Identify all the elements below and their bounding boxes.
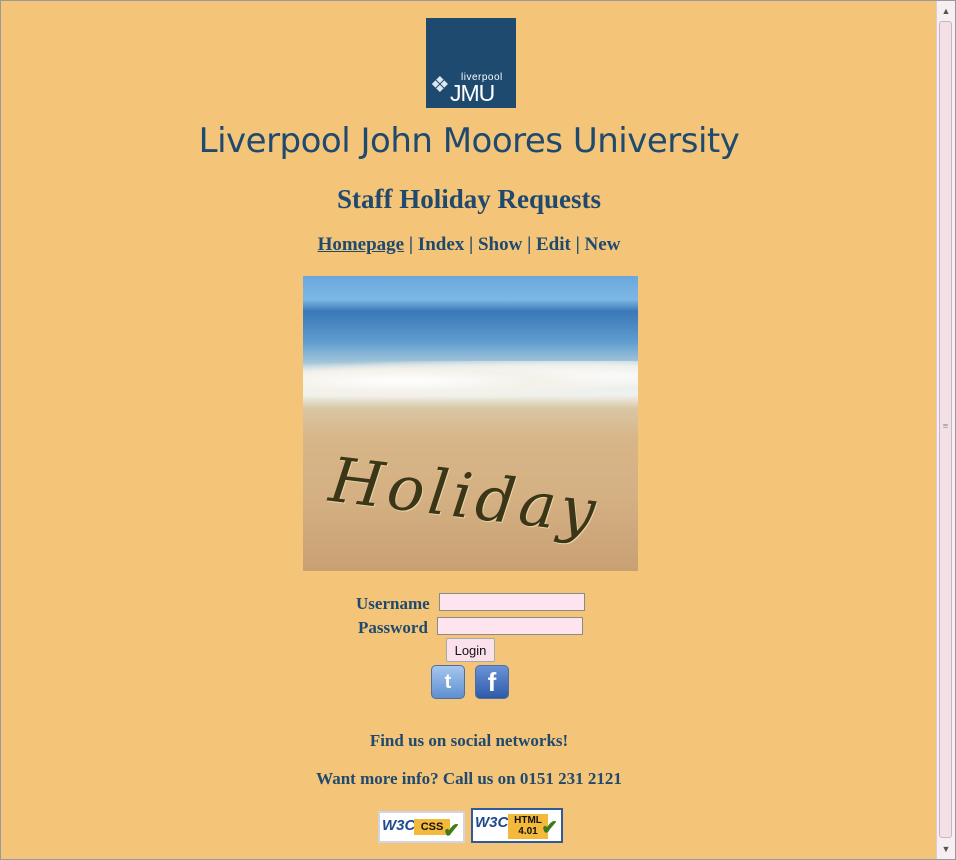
- contact-info-text: Want more info? Call us on 0151 231 2121: [316, 769, 622, 788]
- jmu-logo-icon: ❖ liverpool JMU: [426, 18, 516, 108]
- nav-link-show[interactable]: Show: [478, 234, 522, 255]
- username-label: Username: [356, 594, 430, 613]
- nav-link-new[interactable]: New: [585, 234, 621, 255]
- twitter-icon[interactable]: t: [431, 665, 465, 699]
- nav-link-edit[interactable]: Edit: [536, 234, 571, 255]
- w3c-label: W3C: [475, 814, 509, 831]
- w3c-html-badge-icon[interactable]: W3C HTML 4.01 ✔: [471, 808, 563, 843]
- scroll-up-icon[interactable]: ▲: [939, 4, 953, 18]
- nav-bar: Homepage | Index | Show | Edit | New: [1, 234, 937, 256]
- facebook-icon[interactable]: f: [475, 665, 509, 699]
- holiday-beach-image: Holiday: [303, 276, 638, 571]
- scrollbar-grip-icon: ≡: [942, 421, 949, 432]
- nav-separator: |: [469, 234, 474, 255]
- checkmark-icon: ✔: [443, 820, 460, 842]
- vertical-scrollbar[interactable]: ▲ ≡ ▼: [936, 1, 955, 859]
- login-button[interactable]: Login: [446, 638, 495, 662]
- username-input[interactable]: [439, 593, 585, 611]
- nav-separator: |: [575, 234, 580, 255]
- html-label-line2: 4.01: [518, 826, 538, 837]
- html-label-line1: HTML: [514, 815, 542, 826]
- page-title: Staff Holiday Requests: [336, 184, 601, 214]
- password-label: Password: [358, 618, 428, 637]
- liver-bird-icon: ❖: [430, 72, 450, 97]
- nav-separator: |: [527, 234, 532, 255]
- find-us-text: Find us on social networks!: [369, 731, 569, 750]
- nav-separator: |: [408, 234, 414, 255]
- scroll-down-icon[interactable]: ▼: [939, 842, 953, 856]
- sand-writing: Holiday: [325, 442, 604, 549]
- w3c-label: W3C: [382, 817, 416, 834]
- password-input[interactable]: [437, 617, 583, 635]
- logo-big-text: JMU: [450, 80, 495, 106]
- nav-link-homepage[interactable]: Homepage: [318, 234, 405, 255]
- w3c-css-badge-icon[interactable]: W3C CSS ✔: [378, 811, 465, 843]
- checkmark-icon: ✔: [541, 817, 558, 839]
- university-title: Liverpool John Moores University: [198, 121, 740, 161]
- wave-foam: [303, 361, 638, 401]
- nav-link-index[interactable]: Index: [418, 234, 464, 255]
- page: ❖ liverpool JMU Liverpool John Moores Un…: [1, 1, 937, 859]
